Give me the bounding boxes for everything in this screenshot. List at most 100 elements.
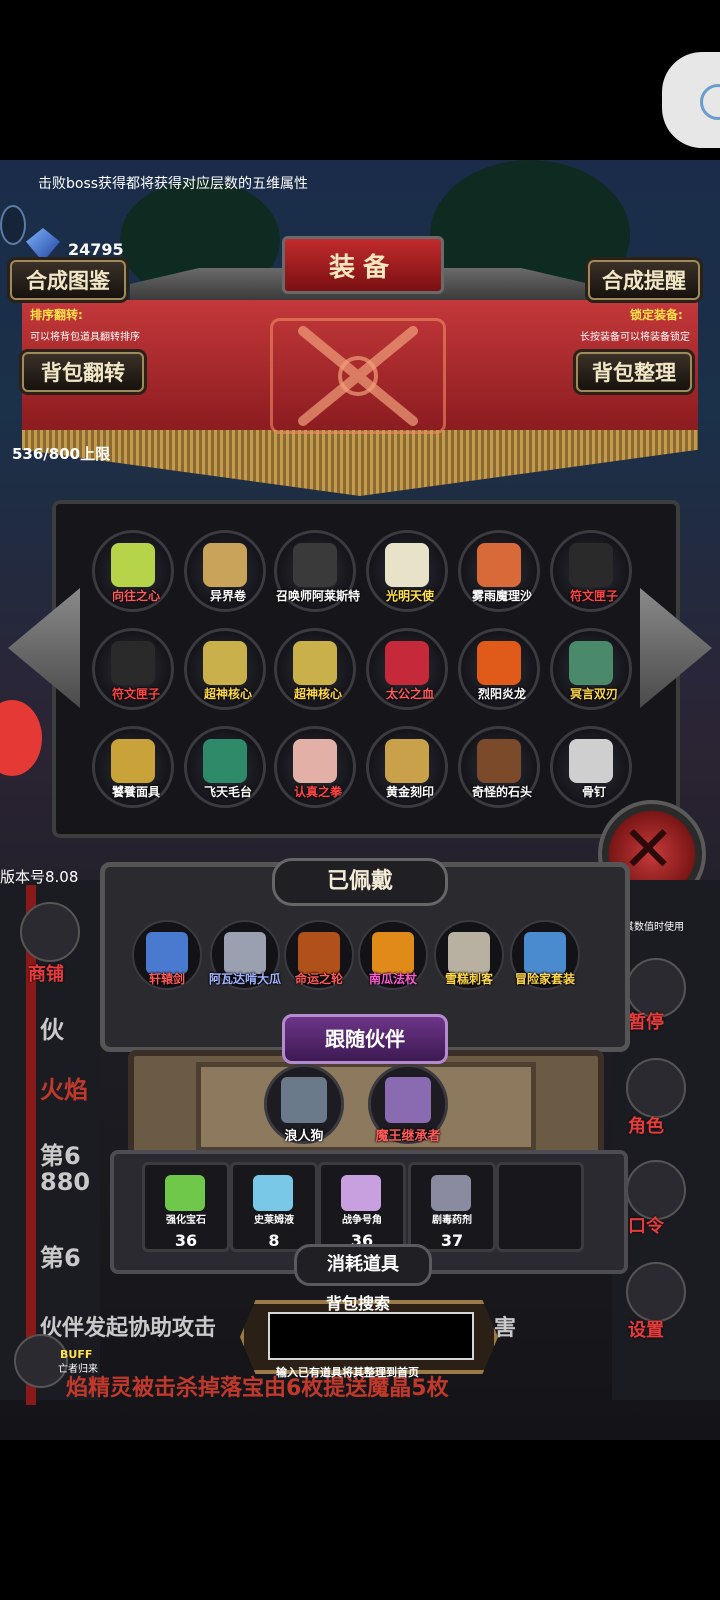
empty-consumable-slot[interactable] (496, 1162, 584, 1252)
equipped-title: 已佩戴 (272, 858, 448, 906)
equipped-item[interactable]: 雪糕刺客 (434, 920, 504, 990)
bag-sort-button[interactable]: 背包整理 (576, 352, 692, 392)
crossed-swords-emblem-icon (270, 318, 446, 434)
sort-flip-desc: 可以将背包道具翻转排序 (30, 332, 140, 343)
character-icon[interactable] (626, 1058, 686, 1118)
item-label: 符文匣子 (569, 589, 618, 603)
item-label: 符文匣子 (111, 687, 160, 701)
item-icon (477, 543, 521, 587)
equipped-item[interactable]: 轩辕剑 (132, 920, 202, 990)
item-icon (203, 739, 247, 783)
inventory-item[interactable]: 符文匣子 (550, 530, 632, 612)
inventory-item[interactable]: 雾雨魔理沙 (458, 530, 540, 612)
companion-item[interactable]: 浪人狗 (264, 1064, 344, 1144)
gear-icon[interactable] (626, 1262, 686, 1322)
item-label: 光明天使 (385, 589, 434, 603)
item-label: 超神核心 (293, 687, 342, 701)
lock-equip-desc: 长按装备可以将装备锁定 (580, 332, 690, 343)
inventory-item[interactable]: 异界卷 (184, 530, 266, 612)
code-label[interactable]: 口令 (628, 1212, 664, 1238)
consumable-icon (165, 1175, 205, 1211)
settings-label[interactable]: 设置 (628, 1316, 664, 1342)
companion-icon (281, 1077, 327, 1123)
sort-flip-label: 排序翻转: (30, 308, 83, 322)
item-label: 太公之血 (385, 687, 434, 701)
bg-text: 火焰 (40, 1076, 88, 1104)
right-note: 其数值时使用 (624, 922, 684, 933)
item-label: 饕餮面具 (111, 785, 160, 799)
consumable-label: 剧毒药剂 (432, 1215, 472, 1226)
shop-icon[interactable] (20, 902, 80, 962)
inventory-item[interactable]: 超神核心 (184, 628, 266, 710)
companion-item[interactable]: 魔王继承者 (368, 1064, 448, 1144)
search-hint: 输入已有道具将其整理到首页 (276, 1366, 419, 1379)
inventory-item[interactable]: 飞天毛台 (184, 726, 266, 808)
inventory-item[interactable]: 超神核心 (274, 628, 356, 710)
item-icon (448, 932, 490, 974)
inventory-item[interactable]: 向往之心 (92, 530, 174, 612)
item-icon (293, 543, 337, 587)
role-label[interactable]: 角色 (628, 1112, 664, 1138)
synthesis-reminder-button[interactable]: 合成提醒 (588, 260, 700, 300)
consumable-item[interactable]: 战争号角 36 (318, 1162, 406, 1252)
companion-label: 浪人狗 (284, 1129, 324, 1144)
consumable-item[interactable]: 强化宝石 36 (142, 1162, 230, 1252)
status-bar-area (0, 0, 720, 160)
item-label: 奇怪的石头 (471, 785, 532, 799)
inventory-item[interactable]: 烈阳炎龙 (458, 628, 540, 710)
inventory-item[interactable]: 冥言双刃 (550, 628, 632, 710)
equipped-item[interactable]: 南瓜法杖 (358, 920, 428, 990)
inventory-item[interactable]: 饕餮面具 (92, 726, 174, 808)
consumable-item[interactable]: 剧毒药剂 37 (408, 1162, 496, 1252)
navigation-bar-area (0, 1440, 720, 1600)
search-input[interactable] (268, 1312, 474, 1360)
item-label: 超神核心 (203, 687, 252, 701)
bg-text: 第6 (40, 1244, 81, 1272)
item-icon (146, 932, 188, 974)
item-label: 烈阳炎龙 (477, 687, 526, 701)
inventory-item[interactable]: 认真之拳 (274, 726, 356, 808)
inventory-item[interactable]: 奇怪的石头 (458, 726, 540, 808)
item-label: 冒险家套装 (514, 972, 575, 986)
item-icon (203, 543, 247, 587)
consumable-label: 史莱姆液 (254, 1215, 294, 1226)
item-icon (293, 739, 337, 783)
item-icon (111, 739, 155, 783)
bag-capacity: 536/800上限 (12, 445, 111, 463)
lock-equip-label: 锁定装备: (630, 308, 683, 322)
search-title: 背包搜索 (326, 1294, 391, 1313)
inventory-item[interactable]: 符文匣子 (92, 628, 174, 710)
shop-label[interactable]: 商铺 (28, 960, 64, 986)
item-label: 黄金刻印 (385, 785, 434, 799)
equipped-item[interactable]: 冒险家套装 (510, 920, 580, 990)
consumable-label: 战争号角 (342, 1215, 382, 1226)
item-icon (111, 543, 155, 587)
item-icon (111, 641, 155, 685)
companion-label: 魔王继承者 (375, 1129, 441, 1144)
bg-text: 伙 (40, 1016, 64, 1044)
pause-label[interactable]: 暂停 (628, 1008, 664, 1034)
item-label: 骨钉 (581, 785, 606, 799)
inventory-item[interactable]: 骨钉 (550, 726, 632, 808)
consumables-title: 消耗道具 (294, 1244, 432, 1286)
scroll-icon[interactable] (626, 1160, 686, 1220)
bg-text: 第6 (40, 1142, 81, 1170)
bg-text: 伙伴发起协助攻击 (40, 1316, 217, 1341)
inventory-item[interactable]: 召唤师阿莱斯特 (274, 530, 360, 612)
consumable-icon (431, 1175, 471, 1211)
inventory-item[interactable]: 光明天使 (366, 530, 448, 612)
item-icon (569, 739, 613, 783)
item-icon (203, 641, 247, 685)
companion-icon (385, 1077, 431, 1123)
synthesis-codex-button[interactable]: 合成图鉴 (10, 260, 126, 300)
item-icon (524, 932, 566, 974)
inventory-item[interactable]: 太公之血 (366, 628, 448, 710)
item-label: 认真之拳 (293, 785, 342, 799)
inventory-item[interactable]: 黄金刻印 (366, 726, 448, 808)
item-label: 雾雨魔理沙 (471, 589, 532, 603)
item-icon (385, 543, 429, 587)
item-label: 召唤师阿莱斯特 (275, 589, 360, 603)
bag-flip-button[interactable]: 背包翻转 (22, 352, 144, 392)
consumable-item[interactable]: 史莱姆液 8 (230, 1162, 318, 1252)
gem-count: 24795 (68, 240, 124, 259)
